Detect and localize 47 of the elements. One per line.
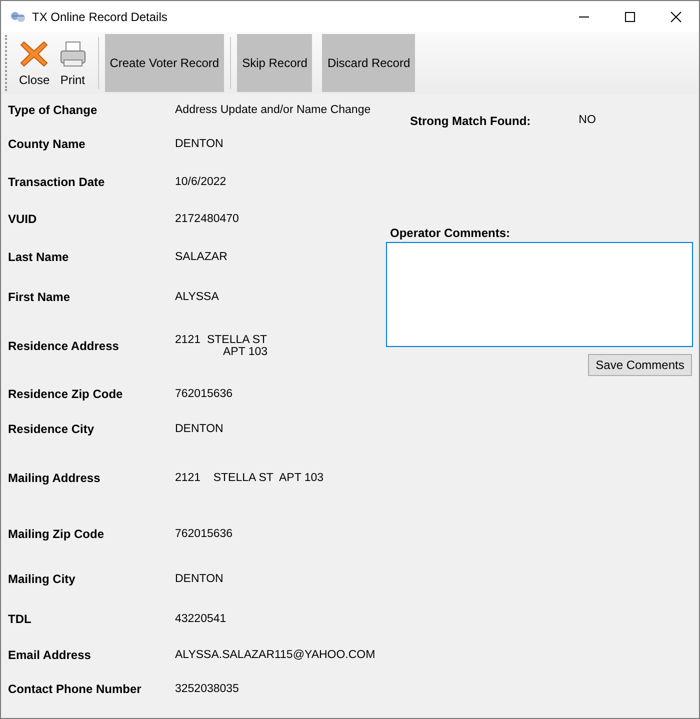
- save-comments-button[interactable]: Save Comments: [588, 354, 692, 376]
- field-label: Email Address: [8, 648, 92, 662]
- field-value: DENTON: [175, 423, 224, 435]
- printer-icon: [58, 39, 88, 69]
- field-value: ALYSSA: [175, 291, 219, 303]
- field-value: Address Update and/or Name Change: [175, 104, 371, 116]
- field-label: County Name: [8, 137, 86, 151]
- maximize-icon[interactable]: [624, 10, 636, 22]
- field-label: Mailing City: [8, 572, 76, 586]
- field-label: Strong Match Found:: [410, 114, 531, 128]
- close-icon: [19, 39, 50, 69]
- field-label: Operator Comments:: [390, 226, 512, 240]
- window-title: TX Online Record Details: [32, 10, 168, 24]
- app-icon: [10, 10, 26, 24]
- field-value: ALYSSA.SALAZAR115@YAHOO.COM: [175, 649, 376, 661]
- field-label: Residence Zip Code: [8, 387, 124, 401]
- field-value: 3252038035: [175, 683, 239, 695]
- field-value: 43220541: [175, 613, 226, 625]
- field-label: Contact Phone Number: [8, 682, 142, 696]
- field-value: 762015636: [175, 528, 233, 540]
- field-value: APT 103: [222, 346, 268, 358]
- field-label: TDL: [8, 612, 32, 626]
- field-value: 2172480470: [175, 213, 239, 225]
- field-label: First Name: [8, 290, 72, 304]
- field-label: VUID: [8, 212, 38, 226]
- field-value: 762015636: [175, 388, 233, 400]
- field-label: Mailing Address: [8, 471, 102, 485]
- field-value: DENTON: [175, 573, 224, 585]
- close-button[interactable]: Close: [15, 39, 54, 87]
- field-label: Transaction Date: [8, 175, 106, 189]
- close-icon[interactable]: [670, 10, 682, 22]
- field-value: 2121 STELLA ST: [175, 334, 268, 346]
- field-value: 2121 STELLA ST APT 103: [175, 472, 324, 484]
- field-label: Type of Change: [8, 103, 98, 117]
- field-label: Residence City: [8, 422, 96, 436]
- field-value: DENTON: [175, 138, 224, 150]
- field-label: Residence Address: [8, 339, 120, 353]
- comments-field[interactable]: [386, 242, 693, 347]
- field-value: NO: [578, 114, 596, 128]
- toolbar-button[interactable]: Create Voter Record: [104, 34, 224, 92]
- field-label: Mailing Zip Code: [8, 527, 105, 541]
- field-value: 10/6/2022: [175, 176, 226, 188]
- toolbar-button[interactable]: Skip Record: [237, 34, 312, 92]
- toolbar-button[interactable]: Discard Record: [322, 34, 416, 92]
- field-label: Last Name: [8, 250, 70, 264]
- print-button[interactable]: Print: [54, 39, 92, 87]
- field-value: SALAZAR: [175, 250, 228, 262]
